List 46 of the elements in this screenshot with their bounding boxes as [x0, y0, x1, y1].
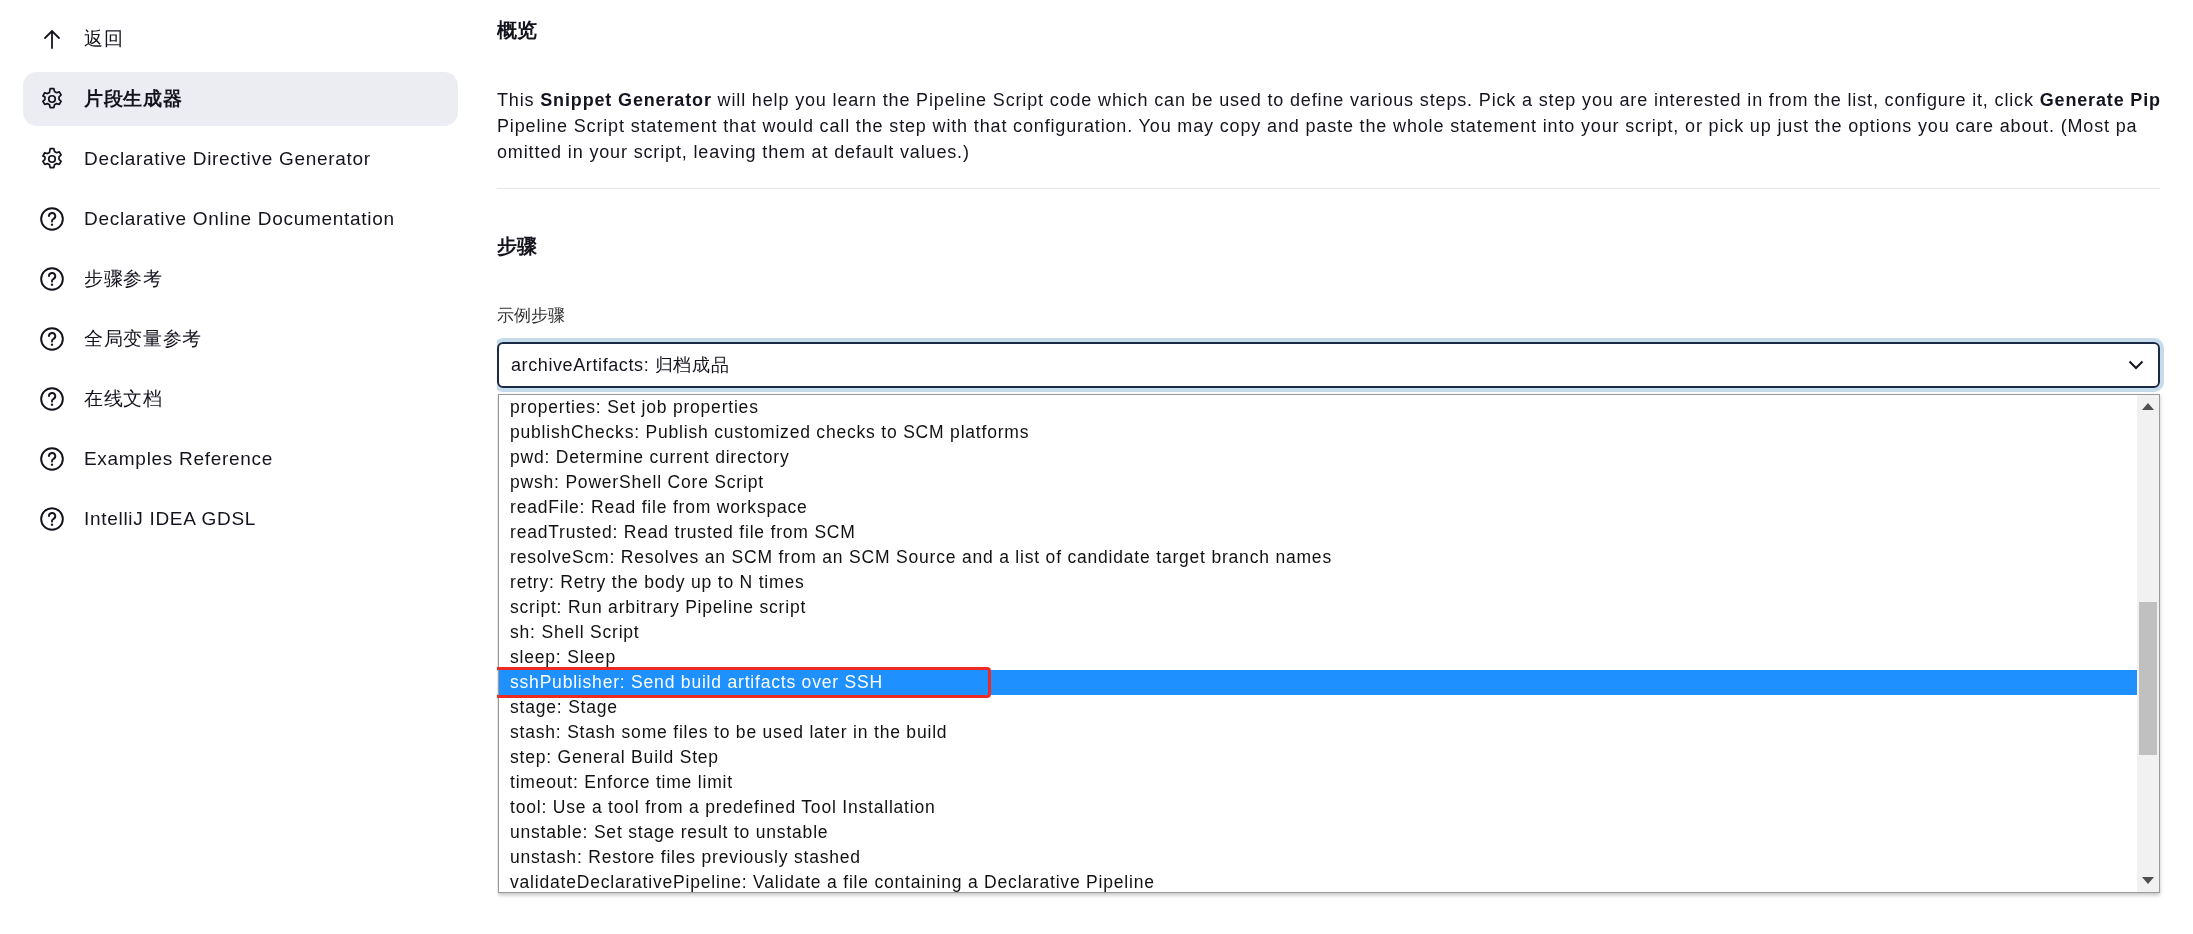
- description-text: omitted in your script, leaving them at default values.): [497, 141, 970, 164]
- dropdown-option[interactable]: retry: Retry the body up to N times: [499, 570, 2137, 595]
- help-icon: [39, 266, 65, 292]
- section-title: 步骤: [497, 234, 538, 259]
- dropdown-option[interactable]: sleep: Sleep: [499, 645, 2137, 670]
- dropdown-option[interactable]: stash: Stash some files to be used later in the build: [499, 720, 2137, 745]
- sidebar-item[interactable]: Declarative Online Documentation: [23, 192, 458, 246]
- scrollbar[interactable]: [2137, 395, 2159, 892]
- help-icon: [39, 446, 65, 472]
- sidebar-item[interactable]: Declarative Directive Generator: [23, 132, 458, 186]
- dropdown-option[interactable]: stage: Stage: [499, 695, 2137, 720]
- dropdown-option[interactable]: pwsh: PowerShell Core Script: [499, 470, 2137, 495]
- sidebar-item[interactable]: Examples Reference: [23, 432, 458, 486]
- dropdown-option[interactable]: step: General Build Step: [499, 745, 2137, 770]
- dropdown-option[interactable]: properties: Set job properties: [499, 395, 2137, 420]
- help-icon: [39, 506, 65, 532]
- dropdown-option[interactable]: script: Run arbitrary Pipeline script: [499, 595, 2137, 620]
- arrow-up-icon: [41, 28, 63, 50]
- chevron-down-icon: [2128, 360, 2144, 370]
- dropdown-option[interactable]: publishChecks: Publish customized checks to SCM platforms: [499, 420, 2137, 445]
- dropdown-option[interactable]: timeout: Enforce time limit: [499, 770, 2137, 795]
- help-icon: [39, 386, 65, 412]
- sidebar-item[interactable]: 返回: [23, 12, 458, 66]
- dropdown-option[interactable]: validateDeclarativePipeline: Validate a file containing a Declarative Pipeline: [499, 870, 2137, 895]
- dropdown-option[interactable]: readFile: Read file from workspace: [499, 495, 2137, 520]
- dropdown-option[interactable]: pwd: Determine current directory: [499, 445, 2137, 470]
- dropdown-option[interactable]: sh: Shell Script: [499, 620, 2137, 645]
- sidebar-item[interactable]: 片段生成器: [23, 72, 458, 126]
- dropdown-option[interactable]: tool: Use a tool from a predefined Tool Installation: [499, 795, 2137, 820]
- scroll-up-icon[interactable]: [2142, 403, 2154, 410]
- description-text: This Snippet Generator will help you learn the Pipeline Script code which can be used to define various steps. Pick a step you are interested in from the list, configure it, click Generate Pip: [497, 89, 2161, 112]
- sidebar-item[interactable]: IntelliJ IDEA GDSL: [23, 492, 458, 546]
- scroll-down-icon[interactable]: [2142, 877, 2154, 884]
- dropdown-option[interactable]: resolveScm: Resolves an SCM from an SCM Source and a list of candidate target branch names: [499, 545, 2137, 570]
- help-icon: [39, 206, 65, 232]
- description-text: Pipeline Script statement that would call the step with that configuration. You may copy and paste the whole statement into your script, or pick up just the options you care about. (Most pa: [497, 115, 2138, 138]
- dropdown-option[interactable]: unstable: Set stage result to unstable: [499, 820, 2137, 845]
- field-label: 示例步骤: [497, 305, 565, 327]
- section-title: 概览: [497, 18, 538, 43]
- sidebar-item[interactable]: 在线文档: [23, 372, 458, 426]
- help-icon: [39, 326, 65, 352]
- dropdown-option[interactable]: unstash: Restore files previously stashed: [499, 845, 2137, 870]
- scrollbar-thumb[interactable]: [2139, 602, 2157, 755]
- sidebar-item[interactable]: 全局变量参考: [23, 312, 458, 366]
- sidebar-item[interactable]: 步骤参考: [23, 252, 458, 306]
- dropdown-option[interactable]: readTrusted: Read trusted file from SCM: [499, 520, 2137, 545]
